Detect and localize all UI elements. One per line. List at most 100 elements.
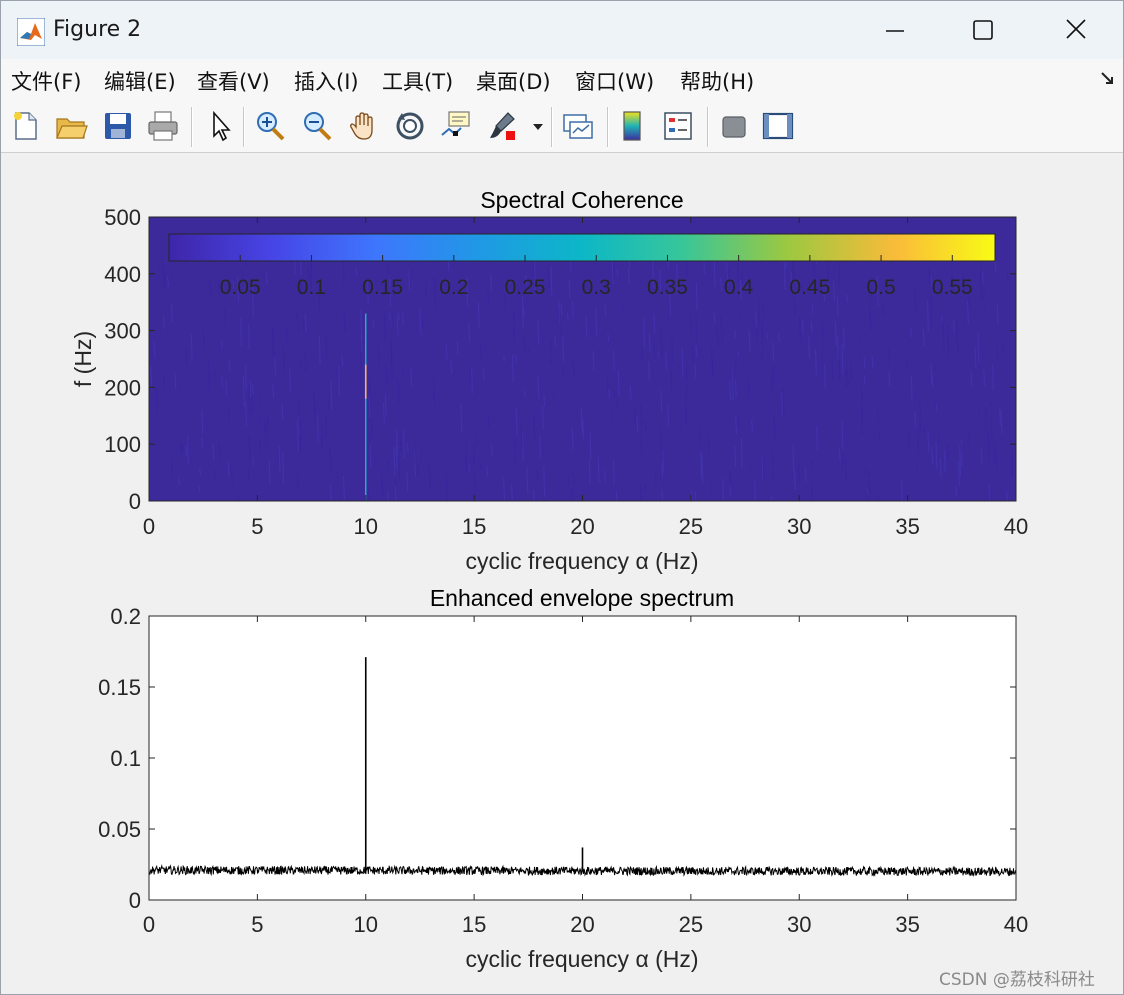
heatmap-streak xyxy=(469,365,472,387)
heatmap-streak xyxy=(543,466,546,498)
heatmap-streak xyxy=(876,494,879,502)
menu-edit[interactable]: 编辑(E) xyxy=(104,66,176,96)
heatmap-streak xyxy=(621,304,624,314)
x-tick-label: 15 xyxy=(462,514,486,539)
heatmap-streak xyxy=(258,416,261,423)
heatmap-streak xyxy=(480,342,482,362)
menu-window[interactable]: 窗口(W) xyxy=(575,66,654,96)
data-cursor-icon[interactable] xyxy=(439,109,473,143)
heatmap-streak xyxy=(445,344,448,361)
heatmap-streak xyxy=(393,446,396,479)
heatmap-streak xyxy=(297,473,300,488)
rotate-3d-icon[interactable] xyxy=(393,109,427,143)
open-file-icon[interactable] xyxy=(54,109,88,143)
menu-tools[interactable]: 工具(T) xyxy=(382,66,453,96)
window-title: Figure 2 xyxy=(53,17,142,42)
heatmap-streak xyxy=(385,364,388,385)
heatmap-streak xyxy=(681,348,684,378)
watermark: CSDN @荔枝科研社 xyxy=(939,970,1095,990)
heatmap-streak xyxy=(568,477,570,486)
heatmap-streak xyxy=(252,457,255,466)
heatmap-streak xyxy=(503,355,505,362)
heatmap-streak xyxy=(978,404,981,413)
link-plot-icon[interactable] xyxy=(561,109,595,143)
show-plot-tools-icon[interactable] xyxy=(761,109,795,143)
heatmap-streak xyxy=(816,425,818,451)
heatmap-streak xyxy=(772,342,775,361)
heatmap-streak xyxy=(460,402,463,434)
menu-help[interactable]: 帮助(H) xyxy=(680,66,754,96)
x-tick-label: 20 xyxy=(570,514,594,539)
zoom-out-icon[interactable] xyxy=(300,109,334,143)
brush-icon[interactable] xyxy=(486,109,520,143)
colorbar-icon[interactable] xyxy=(616,109,650,143)
matlab-logo-icon xyxy=(17,18,45,46)
heatmap-streak xyxy=(771,366,774,393)
heatmap-streak xyxy=(923,424,926,435)
minimize-button[interactable] xyxy=(851,1,941,59)
menu-file[interactable]: 文件(F) xyxy=(11,66,81,96)
colorbar-tick-label: 0.05 xyxy=(220,276,261,299)
heatmap-streak xyxy=(325,333,328,359)
print-icon[interactable] xyxy=(146,109,180,143)
heatmap-streak xyxy=(967,301,969,325)
heatmap-streak xyxy=(406,442,409,453)
heatmap-streak xyxy=(425,276,428,298)
close-button[interactable] xyxy=(1031,1,1121,59)
menu-insert[interactable]: 插入(I) xyxy=(294,66,359,96)
heatmap-streak xyxy=(562,336,565,362)
pointer-icon[interactable] xyxy=(203,109,237,143)
heatmap-streak xyxy=(762,303,765,318)
heatmap-streak xyxy=(553,396,556,403)
colorbar-tick-label: 0.35 xyxy=(647,276,688,299)
pan-icon[interactable] xyxy=(347,109,381,143)
legend-icon[interactable] xyxy=(661,109,695,143)
new-figure-icon[interactable] xyxy=(9,109,43,143)
save-icon[interactable] xyxy=(101,109,135,143)
heatmap-streak xyxy=(643,317,646,349)
heatmap-streak xyxy=(748,329,751,352)
heatmap-streak xyxy=(838,448,841,461)
heatmap-streak xyxy=(190,333,193,362)
heatmap-streak xyxy=(368,395,371,418)
heatmap-streak xyxy=(778,333,780,343)
x-tick-label: 30 xyxy=(787,912,811,937)
heatmap-streak xyxy=(869,301,872,331)
menu-desktop[interactable]: 桌面(D) xyxy=(476,66,551,96)
heatmap-streak xyxy=(713,258,716,287)
heatmap-streak xyxy=(987,432,990,464)
title-bar[interactable]: Figure 2 xyxy=(1,1,1123,59)
heatmap-streak xyxy=(931,446,934,465)
x-tick-label: 0 xyxy=(143,514,155,539)
heatmap-streak xyxy=(734,329,737,339)
heatmap-streak xyxy=(522,308,525,318)
heatmap-streak xyxy=(282,451,285,484)
heatmap-streak xyxy=(221,376,224,389)
heatmap-streak xyxy=(877,409,879,422)
heatmap-streak xyxy=(368,431,371,446)
heatmap-streak xyxy=(433,377,436,406)
hide-plot-tools-icon[interactable] xyxy=(717,109,751,143)
brush-dropdown-icon[interactable] xyxy=(529,109,547,143)
heatmap-streak xyxy=(562,367,565,378)
heatmap-streak xyxy=(313,405,316,425)
heatmap-streak xyxy=(943,449,946,473)
heatmap-streak xyxy=(265,272,268,286)
maximize-button[interactable] xyxy=(938,1,1028,59)
heatmap-streak xyxy=(992,437,995,464)
heatmap-streak xyxy=(394,485,397,501)
heatmap-streak xyxy=(402,313,405,325)
heatmap-streak xyxy=(388,312,391,322)
menu-view[interactable]: 查看(V) xyxy=(197,66,270,96)
heatmap-streak xyxy=(644,421,647,430)
heatmap-streak xyxy=(1010,451,1013,476)
heatmap-streak xyxy=(434,281,437,308)
heatmap-streak xyxy=(729,381,732,401)
heatmap-streak xyxy=(734,445,737,467)
zoom-in-icon[interactable] xyxy=(253,109,287,143)
heatmap-streak xyxy=(503,477,506,500)
heatmap-streak xyxy=(922,328,925,347)
colorbar[interactable] xyxy=(168,233,996,262)
heatmap-streak xyxy=(640,429,643,453)
dock-figure-icon[interactable] xyxy=(1099,69,1117,87)
